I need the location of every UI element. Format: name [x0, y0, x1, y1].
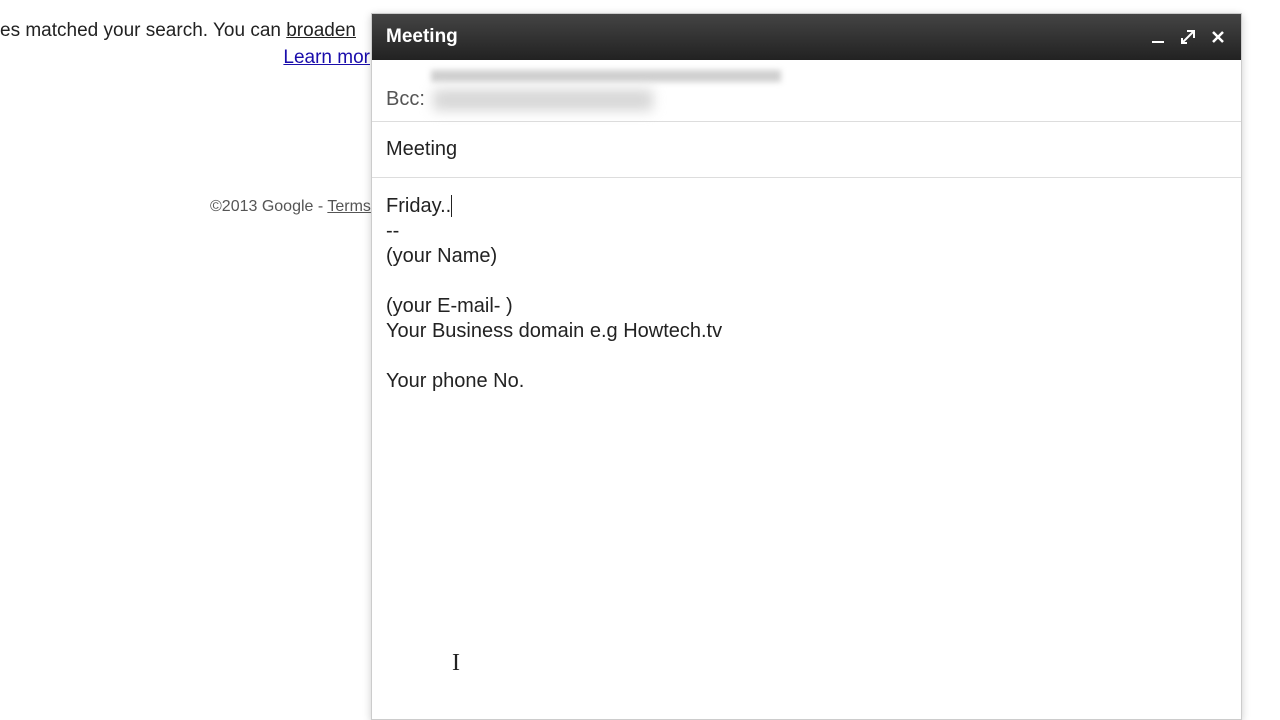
copyright-text: ©2013 Google -: [210, 198, 327, 215]
bcc-label: Bcc:: [386, 88, 425, 111]
window-controls: [1149, 28, 1227, 46]
background-search-text: es matched your search. You can broaden …: [0, 18, 380, 71]
subject-field[interactable]: Meeting: [372, 122, 1241, 178]
learn-more-link[interactable]: Learn mor: [0, 45, 380, 72]
signature-domain: Your Business domain e.g Howtech.tv: [386, 320, 722, 342]
minimize-icon[interactable]: [1149, 28, 1167, 46]
compose-title: Meeting: [386, 26, 458, 48]
text-caret-cursor: I: [452, 650, 460, 677]
expand-icon[interactable]: [1179, 28, 1197, 46]
terms-link[interactable]: Terms: [327, 198, 371, 215]
bcc-row: Bcc:: [386, 88, 1227, 111]
bcc-field-redacted: [433, 89, 653, 111]
signature-name: (your Name): [386, 245, 497, 267]
compose-title-bar: Meeting: [372, 14, 1241, 60]
subject-text: Meeting: [386, 138, 457, 160]
close-icon[interactable]: [1209, 28, 1227, 46]
to-field-redacted: [431, 70, 781, 82]
body-line-1: Friday..: [386, 195, 451, 217]
compose-body[interactable]: Friday.. -- (your Name) (your E-mail- ) …: [372, 178, 1241, 719]
recipients-area[interactable]: Bcc:: [372, 60, 1241, 122]
text-cursor: [451, 195, 452, 217]
signature-separator: --: [386, 220, 399, 242]
search-result-text: es matched your search. You can: [0, 20, 286, 41]
broaden-link[interactable]: broaden: [286, 20, 356, 41]
signature-email: (your E-mail- ): [386, 295, 513, 317]
compose-window: Meeting Bcc: Meeting Friday.. -- (your N…: [371, 13, 1242, 720]
footer: ©2013 Google - Terms: [210, 198, 371, 216]
signature-phone: Your phone No.: [386, 370, 524, 392]
